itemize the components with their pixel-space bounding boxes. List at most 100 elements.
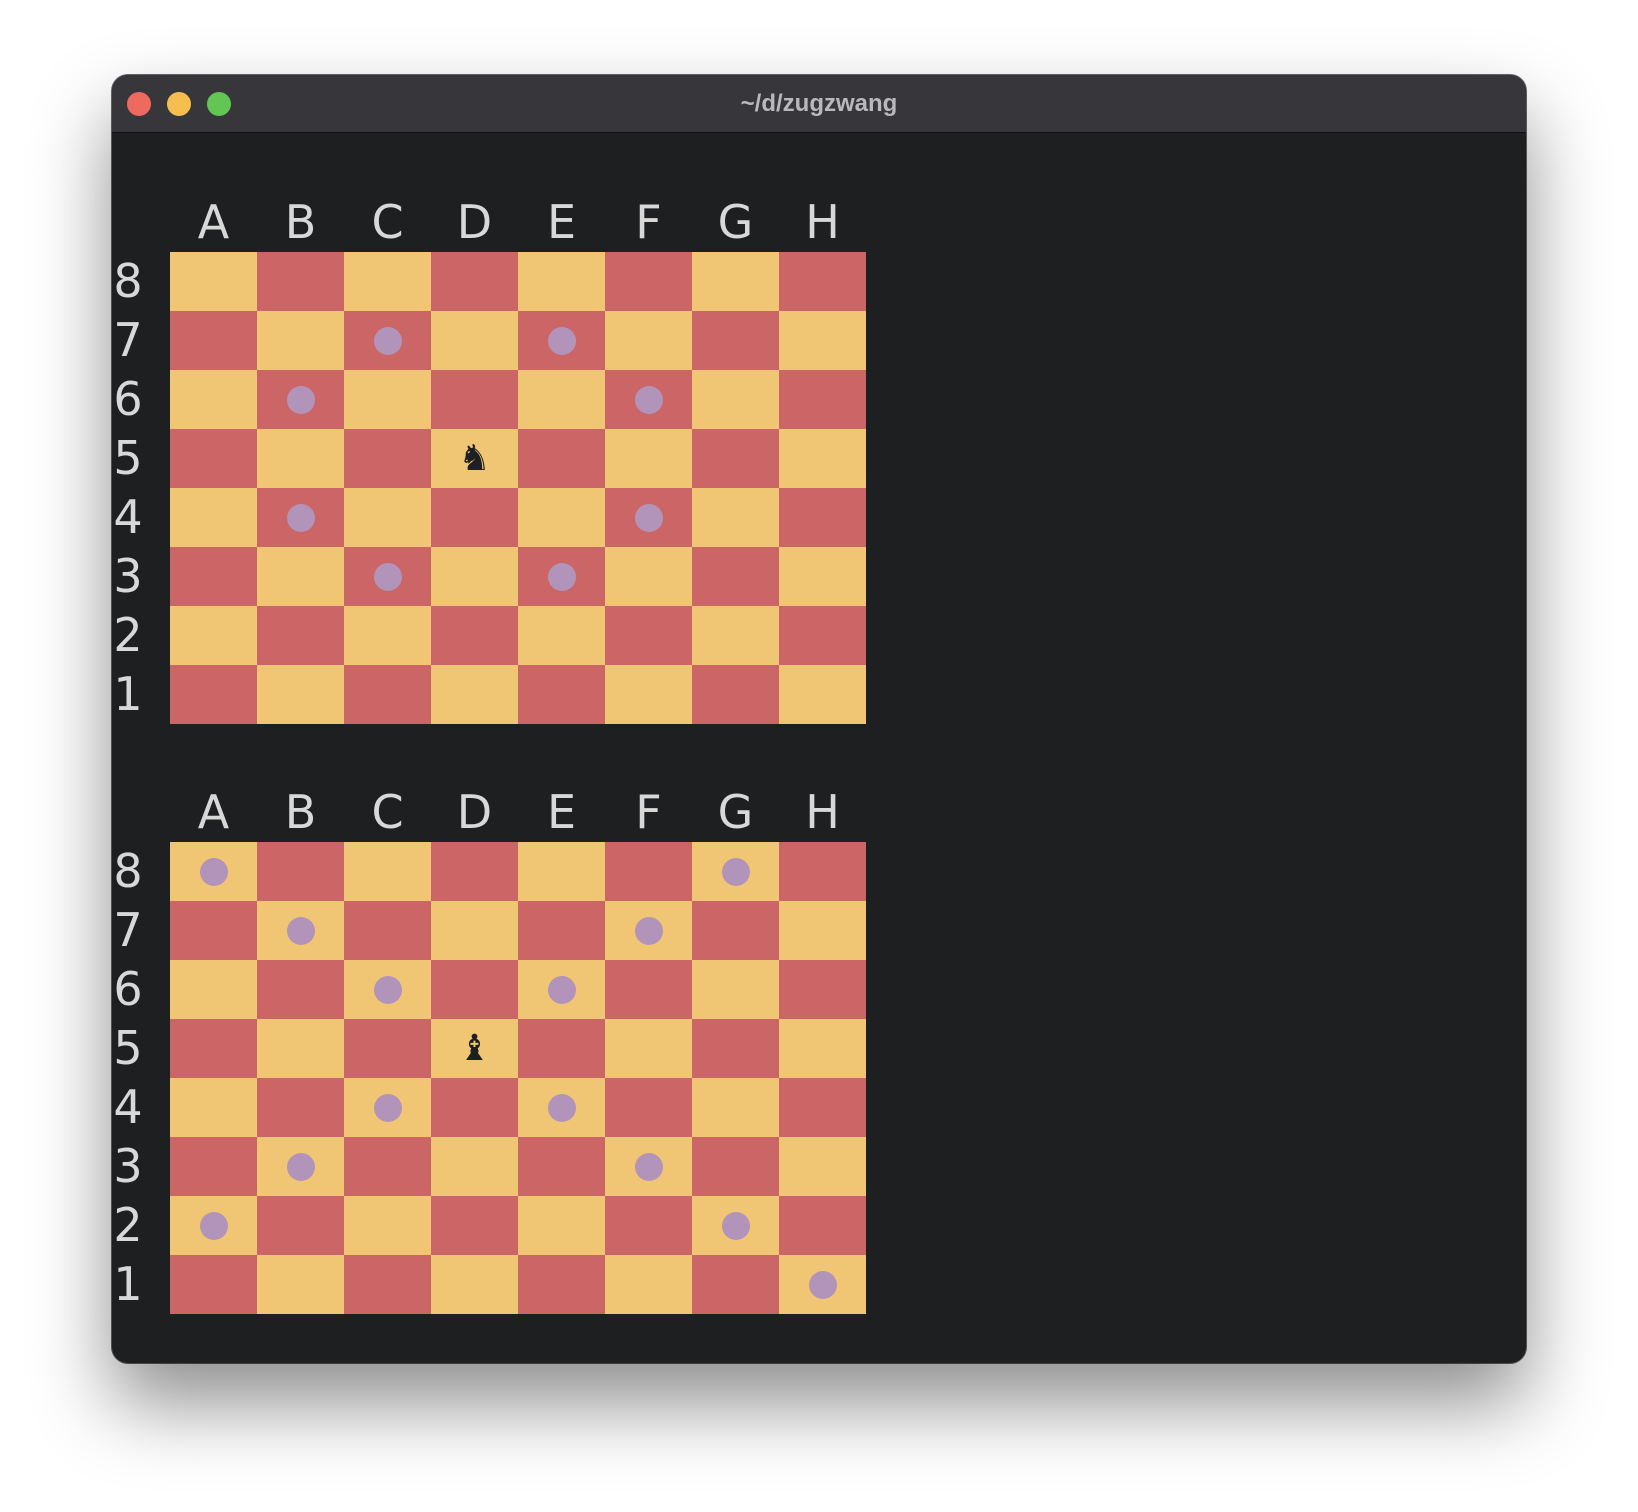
square-f5[interactable] — [605, 1019, 692, 1078]
square-d7[interactable] — [431, 901, 518, 960]
square-c4[interactable] — [344, 1078, 431, 1137]
square-e1[interactable] — [518, 1255, 605, 1314]
square-a3[interactable] — [170, 1137, 257, 1196]
square-f4[interactable] — [605, 488, 692, 547]
square-e3[interactable] — [518, 547, 605, 606]
square-f6[interactable] — [605, 960, 692, 1019]
square-d3[interactable] — [431, 1137, 518, 1196]
square-c2[interactable] — [344, 1196, 431, 1255]
square-c5[interactable] — [344, 429, 431, 488]
square-f8[interactable] — [605, 842, 692, 901]
square-c3[interactable] — [344, 547, 431, 606]
square-a8[interactable] — [170, 252, 257, 311]
square-d2[interactable] — [431, 1196, 518, 1255]
square-b3[interactable] — [257, 1137, 344, 1196]
square-g2[interactable] — [692, 1196, 779, 1255]
knight-piece[interactable]: ♞ — [431, 429, 518, 488]
square-b6[interactable] — [257, 960, 344, 1019]
square-g3[interactable] — [692, 1137, 779, 1196]
square-a5[interactable] — [170, 429, 257, 488]
square-f2[interactable] — [605, 1196, 692, 1255]
square-a4[interactable] — [170, 488, 257, 547]
square-g4[interactable] — [692, 1078, 779, 1137]
square-e4[interactable] — [518, 488, 605, 547]
square-b7[interactable] — [257, 311, 344, 370]
square-d2[interactable] — [431, 606, 518, 665]
square-f1[interactable] — [605, 1255, 692, 1314]
square-d1[interactable] — [431, 665, 518, 724]
square-g5[interactable] — [692, 429, 779, 488]
square-f2[interactable] — [605, 606, 692, 665]
square-e7[interactable] — [518, 311, 605, 370]
square-a1[interactable] — [170, 1255, 257, 1314]
square-b7[interactable] — [257, 901, 344, 960]
square-h8[interactable] — [779, 252, 866, 311]
square-b1[interactable] — [257, 1255, 344, 1314]
square-f6[interactable] — [605, 370, 692, 429]
square-a2[interactable] — [170, 606, 257, 665]
square-b5[interactable] — [257, 429, 344, 488]
square-d8[interactable] — [431, 842, 518, 901]
square-h5[interactable] — [779, 429, 866, 488]
square-c3[interactable] — [344, 1137, 431, 1196]
square-g8[interactable] — [692, 252, 779, 311]
square-a5[interactable] — [170, 1019, 257, 1078]
square-c6[interactable] — [344, 960, 431, 1019]
square-h7[interactable] — [779, 901, 866, 960]
square-f5[interactable] — [605, 429, 692, 488]
square-e5[interactable] — [518, 1019, 605, 1078]
square-f7[interactable] — [605, 901, 692, 960]
square-g6[interactable] — [692, 960, 779, 1019]
square-a7[interactable] — [170, 311, 257, 370]
square-g6[interactable] — [692, 370, 779, 429]
square-a2[interactable] — [170, 1196, 257, 1255]
square-f7[interactable] — [605, 311, 692, 370]
square-h3[interactable] — [779, 1137, 866, 1196]
square-h3[interactable] — [779, 547, 866, 606]
square-e1[interactable] — [518, 665, 605, 724]
square-f3[interactable] — [605, 1137, 692, 1196]
square-e7[interactable] — [518, 901, 605, 960]
square-c7[interactable] — [344, 311, 431, 370]
square-h5[interactable] — [779, 1019, 866, 1078]
square-d4[interactable] — [431, 488, 518, 547]
square-e8[interactable] — [518, 252, 605, 311]
square-a7[interactable] — [170, 901, 257, 960]
square-b4[interactable] — [257, 1078, 344, 1137]
square-h4[interactable] — [779, 488, 866, 547]
square-c4[interactable] — [344, 488, 431, 547]
square-b8[interactable] — [257, 252, 344, 311]
square-g7[interactable] — [692, 901, 779, 960]
square-h4[interactable] — [779, 1078, 866, 1137]
square-a6[interactable] — [170, 370, 257, 429]
square-c8[interactable] — [344, 252, 431, 311]
square-d8[interactable] — [431, 252, 518, 311]
square-d4[interactable] — [431, 1078, 518, 1137]
square-c8[interactable] — [344, 842, 431, 901]
square-g4[interactable] — [692, 488, 779, 547]
square-b8[interactable] — [257, 842, 344, 901]
square-c5[interactable] — [344, 1019, 431, 1078]
square-h2[interactable] — [779, 1196, 866, 1255]
square-f3[interactable] — [605, 547, 692, 606]
square-h7[interactable] — [779, 311, 866, 370]
square-d3[interactable] — [431, 547, 518, 606]
square-d5[interactable]: ♞ — [431, 429, 518, 488]
square-e6[interactable] — [518, 370, 605, 429]
square-b6[interactable] — [257, 370, 344, 429]
square-e2[interactable] — [518, 606, 605, 665]
square-b2[interactable] — [257, 1196, 344, 1255]
square-h2[interactable] — [779, 606, 866, 665]
square-b5[interactable] — [257, 1019, 344, 1078]
square-d6[interactable] — [431, 370, 518, 429]
square-b2[interactable] — [257, 606, 344, 665]
square-e3[interactable] — [518, 1137, 605, 1196]
square-e8[interactable] — [518, 842, 605, 901]
square-c2[interactable] — [344, 606, 431, 665]
square-f4[interactable] — [605, 1078, 692, 1137]
square-e6[interactable] — [518, 960, 605, 1019]
square-e4[interactable] — [518, 1078, 605, 1137]
square-a3[interactable] — [170, 547, 257, 606]
square-h8[interactable] — [779, 842, 866, 901]
square-e2[interactable] — [518, 1196, 605, 1255]
